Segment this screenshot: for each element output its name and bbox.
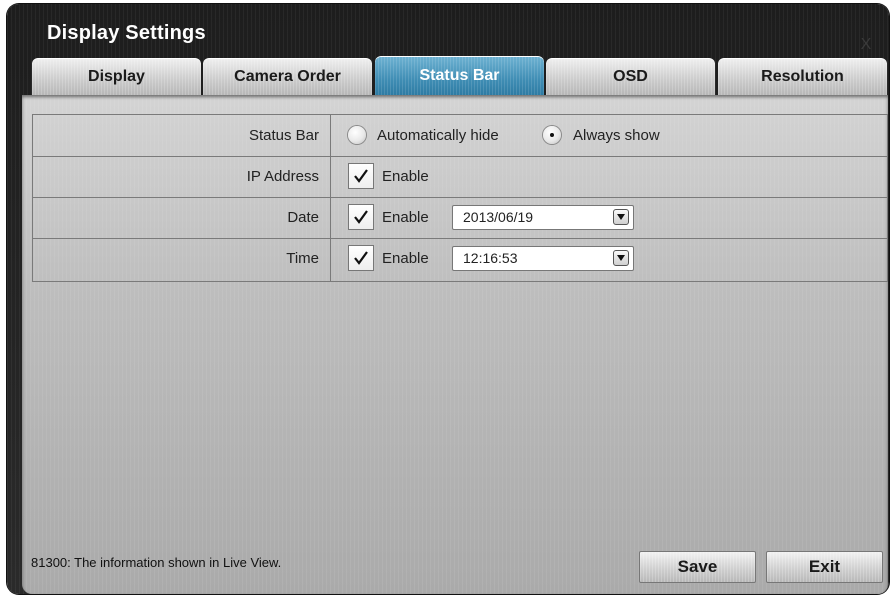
time-format-select[interactable]: 12:16:53 [452,246,634,271]
date-format-select[interactable]: 2013/06/19 [452,205,634,230]
always-show-radio[interactable] [543,126,561,144]
status-message: 81300: The information shown in Live Vie… [31,555,282,570]
tab-display[interactable]: Display [32,58,201,96]
date-row: Date Enable 2013/06/19 [33,197,887,239]
date-label: Date [287,209,319,226]
ip-address-row: IP Address Enable [33,156,887,198]
date-enable-label[interactable]: Enable [382,197,429,238]
ip-address-enable-checkbox[interactable] [348,163,374,189]
status-bar-row: Status Bar Automatically hide Always sho… [33,115,887,157]
time-format-value: 12:16:53 [463,250,518,266]
tab-status-bar[interactable]: Status Bar [375,56,544,102]
settings-table: Status Bar Automatically hide Always sho… [32,114,888,282]
checkmark-icon [354,169,368,183]
tab-resolution[interactable]: Resolution [718,58,887,96]
time-row: Time Enable 12:16:53 [33,238,887,279]
always-show-label[interactable]: Always show [573,115,660,156]
auto-hide-radio[interactable] [348,126,366,144]
time-label: Time [286,250,319,267]
time-enable-checkbox[interactable] [348,245,374,271]
checkmark-icon [354,251,368,265]
auto-hide-label[interactable]: Automatically hide [377,115,499,156]
tab-osd[interactable]: OSD [546,58,715,96]
close-icon[interactable]: X [855,34,877,56]
exit-button[interactable]: Exit [766,551,883,583]
save-button[interactable]: Save [639,551,756,583]
ip-address-label: IP Address [246,168,319,185]
ip-address-enable-label[interactable]: Enable [382,156,429,197]
chevron-down-icon[interactable] [613,209,629,225]
time-enable-label[interactable]: Enable [382,238,429,279]
checkmark-icon [354,210,368,224]
date-format-value: 2013/06/19 [463,209,534,225]
radio-selected-dot-icon [550,133,554,137]
status-bar-label: Status Bar [248,127,319,144]
window-title: Display Settings [47,22,206,44]
chevron-down-icon[interactable] [613,250,629,266]
date-enable-checkbox[interactable] [348,204,374,230]
tab-camera-order[interactable]: Camera Order [203,58,372,96]
